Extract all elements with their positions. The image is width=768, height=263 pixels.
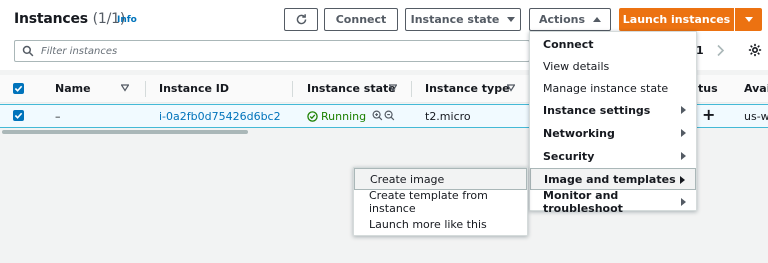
caret-up-icon	[593, 17, 601, 22]
refresh-icon	[296, 14, 306, 25]
menu-item-label: Monitor and troubleshoot	[543, 189, 623, 215]
cell-instance-type: t2.micro	[425, 110, 471, 123]
info-link[interactable]: Info	[117, 15, 137, 25]
launch-instances-button[interactable]: Launch instances	[619, 8, 734, 31]
cell-availability-zone: us-w	[744, 110, 768, 123]
instance-state-button[interactable]: Instance state	[405, 8, 521, 31]
menu-item-label: Connect	[543, 37, 594, 51]
menu-item-monitor-and-troubleshoot[interactable]: Monitor and troubleshoot	[530, 189, 696, 215]
column-header-availability-zone[interactable]: Avail	[744, 82, 768, 95]
chevron-right-icon	[681, 106, 686, 114]
chevron-right-icon	[681, 129, 686, 137]
chevron-right-icon	[681, 198, 686, 206]
search-box[interactable]	[14, 40, 530, 62]
sort-icon[interactable]	[121, 84, 129, 92]
zoom-in-icon[interactable]	[372, 110, 383, 121]
connect-button-label: Connect	[335, 13, 387, 26]
chevron-right-icon	[681, 152, 686, 160]
check-icon	[14, 112, 23, 119]
state-text: Running	[321, 110, 367, 123]
add-icon[interactable]: +	[702, 105, 715, 124]
check-icon	[14, 85, 23, 92]
refresh-button[interactable]	[284, 8, 318, 31]
menu-item-manage-instance-state[interactable]: Manage instance state	[530, 77, 696, 99]
sort-icon[interactable]	[389, 84, 397, 92]
page-title-text: Instances	[14, 11, 88, 27]
menu-item-connect[interactable]: Connect	[530, 33, 696, 55]
page-number[interactable]: 1	[696, 44, 704, 57]
column-header-instance-id[interactable]: Instance ID	[159, 82, 229, 95]
menu-item-security[interactable]: Security	[530, 145, 696, 167]
menu-item-instance-settings[interactable]: Instance settings	[530, 99, 696, 121]
column-divider	[411, 81, 412, 97]
cell-instance-id[interactable]: i-0a2fb0d75426d6bc2	[159, 110, 281, 123]
column-header-instance-state[interactable]: Instance state	[307, 82, 396, 95]
actions-menu: Connect View details Manage instance sta…	[529, 31, 697, 215]
actions-button[interactable]: Actions	[529, 8, 611, 31]
row-checkbox[interactable]	[13, 110, 24, 121]
menu-item-networking[interactable]: Networking	[530, 122, 696, 144]
submenu-item-create-image[interactable]: Create image	[354, 168, 527, 190]
horizontal-scrollbar[interactable]	[2, 130, 248, 134]
caret-down-icon	[507, 17, 516, 22]
column-divider	[292, 81, 293, 97]
menu-item-label: Image and templates	[544, 172, 676, 186]
column-divider	[145, 81, 146, 97]
search-input[interactable]	[41, 43, 521, 59]
column-header-status-check[interactable]: tus	[698, 82, 718, 95]
image-templates-submenu: Create image Create template from instan…	[353, 167, 528, 236]
menu-item-label: Security	[543, 149, 595, 163]
menu-item-view-details[interactable]: View details	[530, 55, 696, 77]
column-header-instance-type[interactable]: Instance type	[425, 82, 510, 95]
submenu-item-label: Create image	[370, 172, 445, 186]
cell-instance-state: Running	[307, 110, 366, 123]
menu-item-label: Manage instance state	[543, 81, 669, 95]
instance-state-button-label: Instance state	[410, 13, 500, 26]
caret-down-icon	[744, 17, 753, 22]
menu-item-label: View details	[543, 59, 610, 73]
search-icon	[22, 45, 34, 57]
status-ok-icon	[307, 111, 318, 122]
submenu-item-label: Create template from instance	[369, 189, 488, 215]
actions-button-label: Actions	[539, 13, 585, 26]
launch-dropdown-button[interactable]	[735, 8, 762, 31]
launch-instances-label: Launch instances	[622, 13, 731, 26]
menu-item-label: Networking	[543, 126, 615, 140]
zoom-out-icon[interactable]	[384, 110, 395, 121]
gear-icon[interactable]	[748, 43, 762, 57]
submenu-item-label: Launch more like this	[369, 217, 487, 231]
cell-name: –	[55, 110, 61, 123]
page-title: Instances (1/1)	[14, 11, 125, 27]
submenu-item-create-template[interactable]: Create template from instance	[354, 189, 527, 215]
column-header-name[interactable]: Name	[55, 82, 91, 95]
menu-item-label: Instance settings	[543, 103, 651, 117]
sort-icon[interactable]	[507, 84, 515, 92]
menu-item-image-and-templates[interactable]: Image and templates	[530, 168, 696, 190]
chevron-right-icon	[680, 176, 685, 184]
chevron-right-icon[interactable]	[716, 44, 725, 57]
connect-button[interactable]: Connect	[324, 8, 398, 31]
select-all-checkbox[interactable]	[13, 83, 24, 94]
submenu-item-launch-more[interactable]: Launch more like this	[354, 213, 527, 235]
